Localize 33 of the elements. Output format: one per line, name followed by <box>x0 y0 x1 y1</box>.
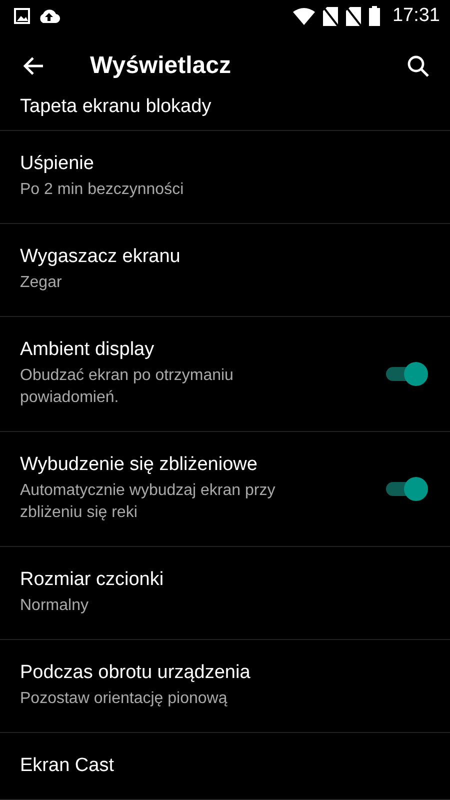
settings-item[interactable]: Wybudzenie się zbliżeniowe Automatycznie wybudzaj ekran przy zbliżeniu się reki <box>0 432 450 547</box>
wifi-icon <box>293 8 316 24</box>
setting-title: Ambient display <box>20 339 156 361</box>
setting-title: Tapeta ekranu blokady <box>20 96 212 118</box>
settings-item[interactable]: Ekran Cast <box>0 733 450 800</box>
settings-item[interactable]: Tapeta ekranu blokady <box>0 96 450 131</box>
settings-item[interactable]: Podczas obrotu urządzenia Pozostaw orientację pionową <box>0 640 450 733</box>
setting-title: Wygaszacz ekranu <box>20 246 182 268</box>
settings-item[interactable]: Rozmiar czcionki Normalny <box>0 547 450 640</box>
setting-title: Rozmiar czcionki <box>20 569 165 591</box>
setting-summary: Po 2 min bezczynności <box>20 180 185 200</box>
image-icon <box>14 8 30 24</box>
setting-title: Wybudzenie się zbliżeniowe <box>20 454 258 476</box>
settings-item[interactable]: Uśpienie Po 2 min bezczynności <box>0 131 450 224</box>
toggle-switch[interactable] <box>384 476 428 502</box>
setting-summary: Automatycznie wybudzaj ekran przy zbliżeniu się reki <box>20 481 276 523</box>
setting-title: Ekran Cast <box>20 755 115 777</box>
clock-time: 17:31 <box>392 5 440 27</box>
search-icon[interactable] <box>406 54 430 78</box>
setting-summary: Normalny <box>20 596 90 616</box>
setting-summary: Zegar <box>20 273 63 293</box>
no-sim-icon <box>323 6 338 26</box>
no-sim-icon <box>346 6 362 26</box>
settings-item[interactable]: Ambient display Obudzać ekran po otrzymaniu powiadomień. <box>0 317 450 432</box>
setting-title: Podczas obrotu urządzenia <box>20 662 252 684</box>
cloud-upload-icon <box>38 8 60 24</box>
settings-item[interactable]: Wygaszacz ekranu Zegar <box>0 224 450 317</box>
setting-summary: Obudzać ekran po otrzymaniu powiadomień. <box>20 366 234 408</box>
battery-icon <box>369 6 380 26</box>
screen-title: Wyświetlacz <box>90 52 232 80</box>
toggle-switch[interactable] <box>384 361 428 387</box>
setting-title: Uśpienie <box>20 153 95 175</box>
setting-summary: Pozostaw orientację pionową <box>20 689 228 709</box>
